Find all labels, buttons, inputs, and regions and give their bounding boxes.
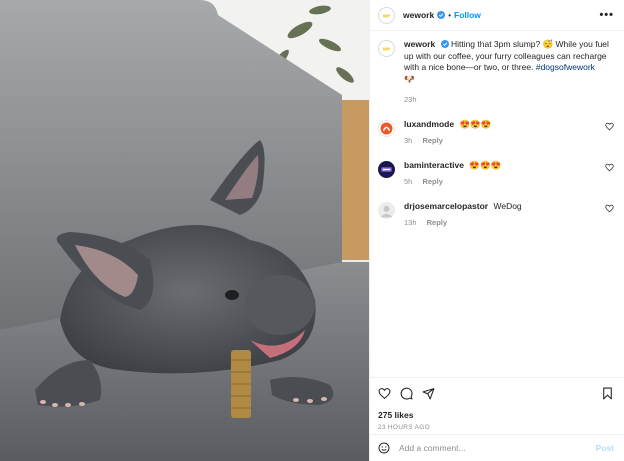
- comment-time[interactable]: 3h: [404, 136, 412, 145]
- more-options-icon[interactable]: •••: [599, 9, 614, 21]
- dog-photo-illustration: [0, 0, 369, 461]
- hashtag-link[interactable]: #dogsofwework: [536, 62, 595, 72]
- comment-text: 😍😍😍: [469, 159, 502, 170]
- heart-icon[interactable]: [378, 387, 391, 400]
- post-comment-button[interactable]: Post: [596, 443, 614, 453]
- reply-button[interactable]: Reply: [422, 136, 442, 145]
- default-user-icon: [380, 205, 393, 217]
- wework-logo-icon: we: [380, 42, 393, 55]
- comment-text: WeDog: [493, 200, 522, 211]
- luxandmode-avatar[interactable]: [378, 119, 395, 137]
- share-icon[interactable]: [422, 387, 435, 400]
- likes-count[interactable]: 275 likes: [378, 410, 614, 420]
- post-side-panel: we wework • Follow ••• we wework Hitting…: [369, 0, 624, 461]
- comment-time[interactable]: 13h: [404, 218, 417, 227]
- reply-button[interactable]: Reply: [422, 177, 442, 186]
- add-comment-input[interactable]: [399, 443, 596, 453]
- svg-text:we: we: [382, 46, 390, 52]
- like-comment-heart-icon[interactable]: [605, 204, 614, 213]
- wework-avatar[interactable]: we: [378, 6, 395, 24]
- verified-badge-icon: [437, 11, 446, 19]
- like-comment-heart-icon[interactable]: [605, 122, 614, 131]
- luxandmode-logo-icon: [380, 122, 393, 134]
- comment-username[interactable]: drjosemarcelopastor: [404, 201, 488, 211]
- comment-username[interactable]: luxandmode: [404, 119, 454, 129]
- bookmark-icon[interactable]: [601, 387, 614, 400]
- post-header: we wework • Follow •••: [370, 0, 624, 31]
- reply-button[interactable]: Reply: [427, 218, 447, 227]
- default-avatar[interactable]: [378, 201, 395, 219]
- header-username[interactable]: wework: [403, 10, 434, 20]
- comment-meta: 5h Reply: [404, 176, 605, 188]
- comment-meta: 13h Reply: [404, 217, 605, 229]
- baminteractive-avatar[interactable]: [378, 160, 395, 178]
- bam-logo-icon: [381, 166, 392, 172]
- comment-text: 😍😍😍: [459, 118, 492, 129]
- comment-time[interactable]: 5h: [404, 177, 412, 186]
- follow-button[interactable]: Follow: [454, 10, 481, 20]
- emoji-icon[interactable]: [378, 442, 390, 454]
- post-photo[interactable]: [0, 0, 369, 461]
- comment-meta: 3h Reply: [404, 135, 605, 147]
- comment-row: luxandmode 😍😍😍 3h Reply: [378, 119, 614, 147]
- wework-avatar[interactable]: we: [378, 40, 395, 57]
- like-comment-heart-icon[interactable]: [605, 163, 614, 172]
- comments-section[interactable]: we wework Hitting that 3pm slump? 😴 Whil…: [370, 31, 624, 377]
- wework-logo-icon: we: [380, 9, 393, 21]
- comment-username[interactable]: bаminteractive: [404, 160, 464, 170]
- add-comment-bar: Post: [370, 434, 624, 461]
- comment-row: drjosemarcelopastor WeDog 13h Reply: [378, 201, 614, 229]
- verified-badge-icon: [440, 40, 449, 48]
- caption-meta: 23h: [404, 90, 614, 106]
- header-separator: •: [448, 10, 451, 20]
- caption-emoji: 🐶: [404, 73, 415, 84]
- comment-row: bаminteractive 😍😍😍 5h Reply: [378, 160, 614, 188]
- action-icons-row: [378, 385, 614, 401]
- post-actions: 275 likes 23 HOURS AGO: [370, 377, 624, 431]
- comment-icon[interactable]: [400, 387, 413, 400]
- caption-row: we wework Hitting that 3pm slump? 😴 Whil…: [378, 39, 614, 106]
- svg-text:we: we: [382, 13, 390, 19]
- post-time-ago[interactable]: 23 HOURS AGO: [378, 424, 614, 431]
- caption-username[interactable]: wework: [404, 39, 435, 49]
- caption-time[interactable]: 23h: [404, 94, 417, 106]
- instagram-post: we wework • Follow ••• we wework Hitting…: [0, 0, 624, 461]
